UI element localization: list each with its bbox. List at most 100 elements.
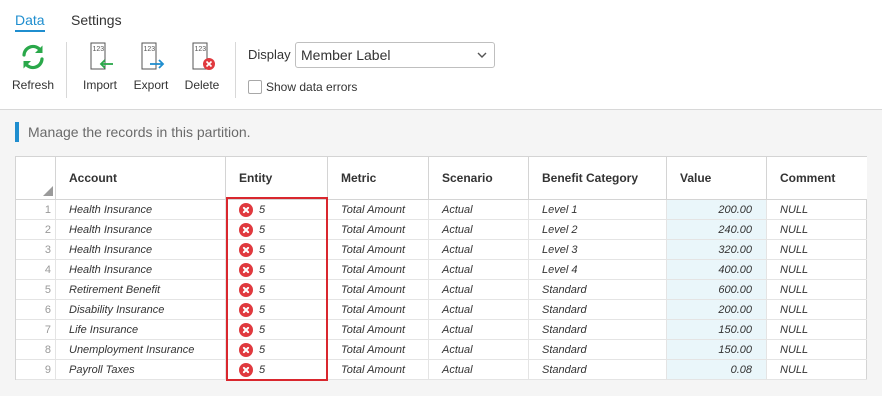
cell-entity[interactable]: 5 [226, 340, 328, 360]
cell-value[interactable]: 150.00 [667, 340, 767, 360]
column-header-comment[interactable]: Comment [767, 157, 867, 200]
cell-account[interactable]: Health Insurance [56, 220, 226, 240]
cell-entity[interactable]: 5 [226, 240, 328, 260]
cell-scenario[interactable]: Actual [429, 260, 529, 280]
cell-scenario[interactable]: Actual [429, 360, 529, 380]
error-icon [239, 343, 253, 357]
import-icon-glyph: 123 [93, 46, 105, 53]
cell-metric[interactable]: Total Amount [328, 340, 429, 360]
cell-scenario[interactable]: Actual [429, 220, 529, 240]
cell-metric[interactable]: Total Amount [328, 240, 429, 260]
cell-value[interactable]: 240.00 [667, 220, 767, 240]
cell-benefit-category[interactable]: Standard [529, 340, 667, 360]
cell-account[interactable]: Unemployment Insurance [56, 340, 226, 360]
cell-value[interactable]: 150.00 [667, 320, 767, 340]
cell-account[interactable]: Disability Insurance [56, 300, 226, 320]
column-header-account[interactable]: Account [56, 157, 226, 200]
tab-settings[interactable]: Settings [71, 12, 122, 28]
display-select[interactable]: Member Label [295, 42, 495, 68]
entity-value: 5 [259, 284, 266, 296]
tab-data[interactable]: Data [15, 12, 45, 32]
toolbar-divider [235, 42, 236, 98]
intro-text: Manage the records in this partition. [15, 122, 251, 142]
cell-comment[interactable]: NULL [767, 340, 867, 360]
refresh-icon [22, 44, 44, 70]
cell-comment[interactable]: NULL [767, 300, 867, 320]
row-number: 6 [16, 300, 56, 320]
cell-benefit-category[interactable]: Standard [529, 320, 667, 340]
cell-value[interactable]: 600.00 [667, 280, 767, 300]
refresh-label: Refresh [12, 78, 55, 92]
cell-scenario[interactable]: Actual [429, 200, 529, 220]
cell-scenario[interactable]: Actual [429, 340, 529, 360]
cell-benefit-category[interactable]: Standard [529, 280, 667, 300]
display-select-value: Member Label [301, 47, 391, 63]
cell-metric[interactable]: Total Amount [328, 300, 429, 320]
column-header-scenario[interactable]: Scenario [429, 157, 529, 200]
column-header-entity[interactable]: Entity [226, 157, 328, 200]
show-errors-label: Show data errors [266, 80, 358, 94]
cell-scenario[interactable]: Actual [429, 240, 529, 260]
cell-account[interactable]: Health Insurance [56, 260, 226, 280]
cell-account[interactable]: Health Insurance [56, 200, 226, 220]
column-header-value[interactable]: Value [667, 157, 767, 200]
cell-entity[interactable]: 5 [226, 280, 328, 300]
cell-metric[interactable]: Total Amount [328, 360, 429, 380]
row-number: 5 [16, 280, 56, 300]
cell-scenario[interactable]: Actual [429, 280, 529, 300]
cell-metric[interactable]: Total Amount [328, 320, 429, 340]
cell-value[interactable]: 400.00 [667, 260, 767, 280]
cell-value[interactable]: 200.00 [667, 200, 767, 220]
row-number: 7 [16, 320, 56, 340]
cell-benefit-category[interactable]: Standard [529, 360, 667, 380]
cell-entity[interactable]: 5 [226, 220, 328, 240]
cell-comment[interactable]: NULL [767, 200, 867, 220]
entity-value: 5 [259, 304, 266, 316]
column-header-metric[interactable]: Metric [328, 157, 429, 200]
export-icon-glyph: 123 [144, 46, 156, 53]
cell-account[interactable]: Life Insurance [56, 320, 226, 340]
cell-entity[interactable]: 5 [226, 300, 328, 320]
cell-benefit-category[interactable]: Level 4 [529, 260, 667, 280]
show-errors-checkbox[interactable] [248, 80, 262, 94]
cell-entity[interactable]: 5 [226, 320, 328, 340]
cell-benefit-category[interactable]: Level 1 [529, 200, 667, 220]
cell-metric[interactable]: Total Amount [328, 260, 429, 280]
cell-benefit-category[interactable]: Level 2 [529, 220, 667, 240]
cell-value[interactable]: 0.08 [667, 360, 767, 380]
cell-comment[interactable]: NULL [767, 360, 867, 380]
delete-button[interactable]: 123 Delete [182, 42, 222, 92]
cell-comment[interactable]: NULL [767, 260, 867, 280]
cell-entity[interactable]: 5 [226, 200, 328, 220]
cell-account[interactable]: Payroll Taxes [56, 360, 226, 380]
cell-entity[interactable]: 5 [226, 360, 328, 380]
cell-account[interactable]: Retirement Benefit [56, 280, 226, 300]
error-icon [239, 363, 253, 377]
cell-scenario[interactable]: Actual [429, 320, 529, 340]
export-icon: 123 [141, 42, 165, 70]
import-button[interactable]: 123 Import [80, 42, 120, 92]
toolbar-divider [66, 42, 67, 98]
cell-comment[interactable]: NULL [767, 320, 867, 340]
refresh-button[interactable]: Refresh [12, 42, 54, 92]
cell-metric[interactable]: Total Amount [328, 280, 429, 300]
cell-entity[interactable]: 5 [226, 260, 328, 280]
display-label: Display [248, 47, 291, 62]
cell-comment[interactable]: NULL [767, 240, 867, 260]
row-number: 3 [16, 240, 56, 260]
cell-value[interactable]: 200.00 [667, 300, 767, 320]
cell-value[interactable]: 320.00 [667, 240, 767, 260]
cell-scenario[interactable]: Actual [429, 300, 529, 320]
cell-benefit-category[interactable]: Level 3 [529, 240, 667, 260]
cell-metric[interactable]: Total Amount [328, 200, 429, 220]
export-button[interactable]: 123 Export [131, 42, 171, 92]
entity-value: 5 [259, 344, 266, 356]
cell-comment[interactable]: NULL [767, 220, 867, 240]
cell-benefit-category[interactable]: Standard [529, 300, 667, 320]
column-header-benefit-category[interactable]: Benefit Category [529, 157, 667, 200]
cell-comment[interactable]: NULL [767, 280, 867, 300]
select-all-corner[interactable] [16, 157, 56, 200]
cell-account[interactable]: Health Insurance [56, 240, 226, 260]
cell-metric[interactable]: Total Amount [328, 220, 429, 240]
tab-bar: Data Settings [0, 0, 882, 34]
